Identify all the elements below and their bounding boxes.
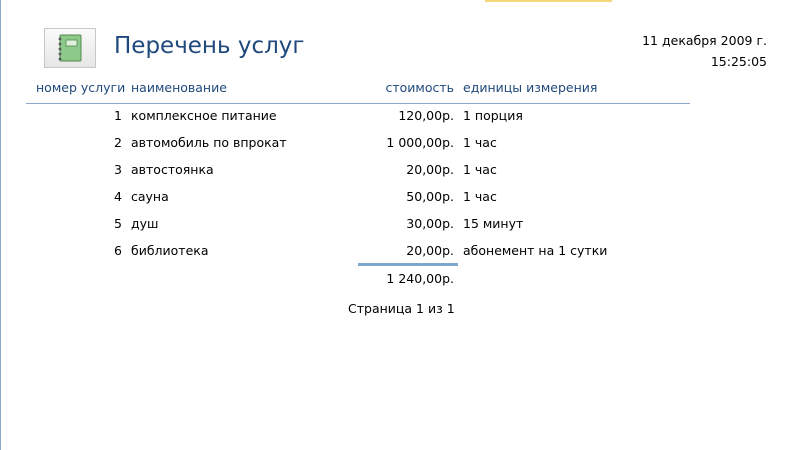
report-icon-frame (44, 28, 96, 68)
service-cost: 30,00р. (406, 216, 454, 231)
service-number: 3 (114, 162, 122, 177)
page-number-footer: Страница 1 из 1 (348, 301, 455, 316)
service-number: 6 (114, 243, 122, 258)
service-number: 1 (114, 108, 122, 123)
service-unit: абонемент на 1 сутки (463, 243, 608, 258)
service-cost: 20,00р. (406, 243, 454, 258)
notebook-icon (58, 34, 82, 62)
service-name: душ (131, 216, 159, 231)
service-number: 2 (114, 135, 122, 150)
service-name: автостоянка (131, 162, 214, 177)
service-cost: 50,00р. (406, 189, 454, 204)
table-row: 3 автостоянка 20,00р. 1 час (0, 162, 807, 189)
service-name: комплексное питание (131, 108, 277, 123)
service-unit: 1 час (463, 135, 497, 150)
service-name: автомобиль по впрокат (131, 135, 287, 150)
service-name: библиотека (131, 243, 209, 258)
service-cost: 120,00р. (398, 108, 454, 123)
service-unit: 15 минут (463, 216, 524, 231)
table-row: 2 автомобиль по впрокат 1 000,00р. 1 час (0, 135, 807, 162)
column-header-unit: единицы измерения (463, 80, 598, 95)
column-header-name: наименование (131, 80, 227, 95)
report-title: Перечень услуг (114, 33, 305, 59)
service-number: 4 (114, 189, 122, 204)
report-date: 11 декабря 2009 г. (642, 33, 767, 48)
service-cost: 1 000,00р. (386, 135, 454, 150)
column-header-number: номер услуги (36, 80, 126, 95)
header-divider (26, 103, 690, 104)
service-unit: 1 час (463, 162, 497, 177)
table-row: 1 комплексное питание 120,00р. 1 порция (0, 108, 807, 135)
table-row: 4 сауна 50,00р. 1 час (0, 189, 807, 216)
service-number: 5 (114, 216, 122, 231)
service-unit: 1 порция (463, 108, 523, 123)
total-divider (358, 263, 458, 266)
report-time: 15:25:05 (710, 54, 767, 69)
table-row: 5 душ 30,00р. 15 минут (0, 216, 807, 243)
total-cost: 1 240,00р. (386, 271, 454, 286)
services-table: 1 комплексное питание 120,00р. 1 порция … (0, 108, 807, 270)
service-unit: 1 час (463, 189, 497, 204)
service-name: сауна (131, 189, 169, 204)
service-cost: 20,00р. (406, 162, 454, 177)
top-accent-bar (485, 0, 612, 2)
column-header-cost: стоимость (385, 80, 454, 95)
